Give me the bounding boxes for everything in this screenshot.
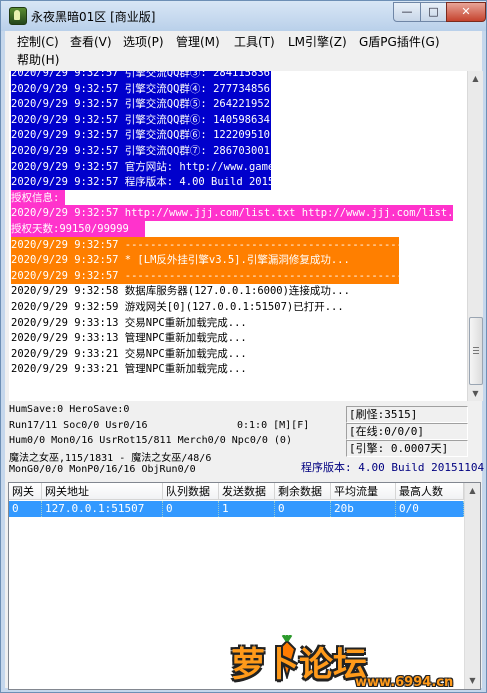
maximize-button[interactable]: □ [420, 2, 447, 22]
app-icon[interactable] [9, 7, 27, 25]
menu-options[interactable]: 选项(P) [123, 33, 164, 51]
time-stats: 0:1:0 [M][F] [237, 420, 310, 431]
scroll-up-icon[interactable]: ▲ [468, 71, 483, 86]
log-panel[interactable]: 2020/9/29 9:32:57 引擎交流QQ群③: 284115836 202… [9, 71, 467, 401]
save-stats: HumSave:0 HeroSave:0 [9, 404, 130, 415]
table-cell: 0/0 [396, 501, 464, 517]
menu-control[interactable]: 控制(C) [17, 33, 59, 51]
log-line: 2020/9/29 9:32:57 ----------------------… [11, 236, 399, 253]
watermark-domain: www.6994.cn [355, 675, 454, 690]
log-line: 2020/9/29 9:32:57 引擎交流QQ群④: 277734856 [11, 80, 271, 97]
table-cell: 1 [219, 501, 275, 517]
log-line: 2020/9/29 9:32:57 * [LM反外挂引擎v3.5].引擎漏洞修复… [11, 252, 399, 269]
run-stats: Run17/11 Soc0/0 Usr0/16 [9, 420, 148, 431]
log-line: 2020/9/29 9:33:13 交易NPC重新加载完成... [11, 316, 247, 329]
column-header-send-data[interactable]: 发送数据 [219, 483, 275, 500]
log-scrollbar[interactable]: ▲ ▼ [467, 71, 483, 401]
online-status: [在线:0/0/0] [346, 423, 468, 440]
menu-bar: 控制(C) 查看(V) 选项(P) 管理(M) 工具(T) LM引擎(Z) G盾… [5, 31, 482, 72]
object-stats: Hum0/0 Mon0/16 UsrRot15/811 Merch0/0 Npc… [9, 435, 292, 446]
table-cell: 0 [163, 501, 219, 517]
log-line: 2020/9/29 9:32:57 引擎交流QQ群⑥: 122209510 [11, 127, 271, 144]
column-header-max-users[interactable]: 最高人数 [396, 483, 464, 500]
menu-view[interactable]: 查看(V) [70, 33, 112, 51]
log-line: 授权天数:99150/99999 [11, 221, 145, 237]
table-scroll-up-icon[interactable]: ▲ [465, 483, 480, 498]
program-version: 程序版本: 4.00 Build 20151104 [301, 461, 485, 474]
log-line: 2020/9/29 9:33:21 交易NPC重新加载完成... [11, 347, 247, 360]
refresh-monster-status: [刷怪:3515] [346, 406, 468, 423]
log-line: 2020/9/29 9:32:57 引擎交流QQ群③: 284115836 [11, 71, 271, 81]
menu-help[interactable]: 帮助(H) [17, 51, 59, 69]
monster-stats: MonG0/0/0 MonP0/16/16 ObjRun0/0 [9, 464, 196, 475]
log-line: 2020/9/29 9:32:57 程序版本: 4.00 Build 20151… [11, 174, 271, 191]
log-line: 2020/9/29 9:32:57 ----------------------… [11, 267, 399, 284]
log-line: 2020/9/29 9:32:57 官方网站: http://www.gameo… [11, 158, 271, 175]
log-line: 2020/9/29 9:32:57 http://www.jjj.com/lis… [11, 205, 453, 222]
column-header-queue-data[interactable]: 队列数据 [163, 483, 219, 500]
map-stats: 魔法之女巫,115/1831 - 魔法之女巫/48/6 [9, 453, 212, 464]
client-area: 2020/9/29 9:32:57 引擎交流QQ群③: 284115836 202… [5, 71, 485, 690]
menu-manage[interactable]: 管理(M) [176, 33, 220, 51]
watermark-brand: 萝卜论坛 [231, 645, 367, 685]
gateway-table[interactable]: 网关 网关地址 队列数据 发送数据 剩余数据 平均流量 最高人数 0 127.0… [8, 482, 481, 690]
menu-tools[interactable]: 工具(T) [234, 33, 275, 51]
log-line: 2020/9/29 9:32:57 引擎交流QQ群⑥: 140598634 [11, 111, 271, 128]
table-cell: 0 [9, 501, 42, 517]
table-cell: 0 [275, 501, 331, 517]
minimize-button[interactable]: — [393, 2, 421, 22]
engine-status: [引擎: 0.0007天] [346, 440, 468, 457]
log-line: 2020/9/29 9:32:58 数据库服务器(127.0.0.1:6000)… [11, 285, 350, 298]
log-line: 授权信息: [11, 189, 65, 206]
column-header-gateway-address[interactable]: 网关地址 [42, 483, 163, 500]
log-line: 2020/9/29 9:33:21 管理NPC重新加载完成... [11, 363, 247, 376]
menu-gshield-plugin[interactable]: G盾PG插件(G) [359, 33, 440, 51]
column-header-avg-traffic[interactable]: 平均流量 [331, 483, 396, 500]
menu-lm-engine[interactable]: LM引擎(Z) [288, 33, 347, 51]
table-cell: 127.0.0.1:51507 [42, 501, 163, 517]
main-window: 永夜黑暗01区 [商业版] — □ ✕ 控制(C) 查看(V) 选项(P) 管理… [0, 0, 487, 693]
watermark-logo: 萝卜论坛 www.6994.cn [231, 633, 471, 690]
window-title: 永夜黑暗01区 [商业版] [31, 10, 156, 24]
scroll-thumb[interactable] [469, 317, 483, 385]
table-cell: 20b [331, 501, 396, 517]
log-line: 2020/9/29 9:33:13 管理NPC重新加载完成... [11, 332, 247, 345]
log-line: 2020/9/29 9:32:59 游戏网关[0](127.0.0.1:5150… [11, 301, 344, 313]
column-header-gateway[interactable]: 网关 [9, 483, 42, 500]
close-button[interactable]: ✕ [446, 2, 486, 22]
log-line: 2020/9/29 9:32:57 引擎交流QQ群⑤: 264221952 [11, 96, 271, 113]
log-line: 2020/9/29 9:32:57 引擎交流QQ群⑦: 286703001 [11, 143, 271, 159]
column-header-remaining-data[interactable]: 剩余数据 [275, 483, 331, 500]
scroll-down-icon[interactable]: ▼ [468, 386, 483, 401]
table-row[interactable]: 0 127.0.0.1:51507 0 1 0 20b 0/0 [9, 501, 465, 517]
title-bar[interactable]: 永夜黑暗01区 [商业版] — □ ✕ [1, 1, 486, 31]
